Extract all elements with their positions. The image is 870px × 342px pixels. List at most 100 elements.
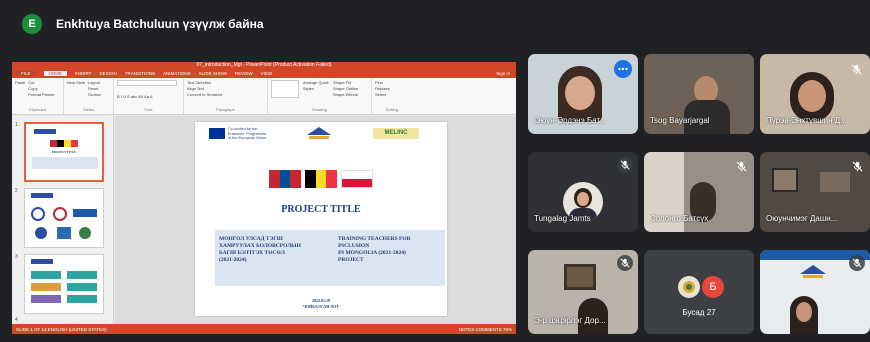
title-line: INCLUSION: [338, 243, 370, 249]
card: [31, 283, 61, 291]
card: [31, 271, 61, 279]
slide-date: 2022.01.18 ЧОЙБАЛСАН ХОТ: [195, 298, 447, 310]
ribbon-group-slides: New Slide Layout Reset Section Slides: [64, 78, 114, 114]
slide-thumbnail-3[interactable]: [24, 254, 104, 314]
participant-tile-7[interactable]: Э-р цэцэрлэг Дор...: [528, 250, 638, 334]
presenting-label: Enkhtuya Batchuluun үзүүлж байна: [56, 17, 264, 31]
shared-screen[interactable]: 07_introduction_Mgl - PowerPoint (Produc…: [12, 62, 516, 334]
menu-view[interactable]: VIEW: [261, 71, 273, 76]
menu-design[interactable]: DESIGN: [99, 71, 116, 76]
title-line: TRAINING TEACHERS FOR: [338, 236, 411, 242]
slide-title: PROJECT TITLE: [281, 204, 361, 215]
format-painter-button[interactable]: Format Painter: [28, 92, 54, 98]
muted-mic-icon: [617, 255, 633, 271]
title-line: МОНГОЛ УЛСАД ТЭГШ: [219, 236, 283, 242]
slide-thumbnail-1[interactable]: PROJECT TITLE: [24, 122, 104, 182]
belgium-flag: [305, 170, 338, 188]
title-line: IN MONGOLIA (2021-2024): [338, 250, 406, 256]
font-format-buttons[interactable]: B I U S abc AV Aa A: [117, 94, 180, 100]
shape-effects-button[interactable]: Shape Effects: [333, 92, 358, 98]
eu-logo: [31, 259, 53, 264]
ppt-ribbon: Paste Cut Copy Format Painter Clipboard …: [12, 78, 516, 115]
mongolia-flag: [269, 170, 302, 188]
university-logo: [305, 126, 333, 142]
slide-thumbnail-pane[interactable]: 1 PROJECT TITLE 2 3 4: [12, 116, 114, 324]
participant-tile-2[interactable]: Tsog Bayarjargal: [644, 54, 754, 134]
participant-name: Э-р цэцэрлэг Дор...: [534, 316, 606, 325]
menu-transitions[interactable]: TRANSITIONS: [125, 71, 155, 76]
eu-flag: [209, 128, 225, 139]
section-button[interactable]: Section: [88, 92, 101, 98]
menu-file[interactable]: FILE: [16, 71, 36, 76]
more-options-icon[interactable]: [614, 60, 632, 78]
poland-flag: [341, 170, 373, 188]
group-label: Clipboard: [28, 107, 47, 112]
participant-tile-9[interactable]: [760, 250, 870, 334]
participant-tile-6[interactable]: Оюунчимэг Дашн...: [760, 152, 870, 232]
face: [577, 192, 589, 206]
english-title: TRAINING TEACHERS FOR INCLUSION IN MONGO…: [338, 236, 443, 264]
status-left: SLIDE 1 OF 13 ENGLISH (UNITED STATES): [16, 326, 107, 332]
participant-tile-5[interactable]: Солонго Батсүх: [644, 152, 754, 232]
edulaw-logo: [73, 209, 97, 217]
location-line: ЧОЙБАЛСАН ХОТ: [303, 304, 339, 309]
muted-mic-icon: [851, 62, 862, 75]
eu-caption: Co-funded by the Erasmus+ Programme of t…: [228, 127, 266, 141]
group-label: Drawing: [312, 107, 327, 112]
project-box: МОНГОЛ УЛСАД ТЭГШ ХАМРУУЛАХ БОЛОВСРОЛЫН …: [215, 230, 445, 286]
muted-mic-icon: [617, 157, 633, 173]
participant-tile-1[interactable]: Оюун-Эрдэнэ Бат...: [528, 54, 638, 134]
convert-smartart-button[interactable]: Convert to SmartArt: [187, 92, 264, 98]
font-name-box[interactable]: [117, 80, 177, 86]
slide-thumbnail-2[interactable]: [24, 188, 104, 248]
card: [67, 283, 97, 291]
participant-tile-3[interactable]: Пүрэв-Энхтүвшин Д...: [760, 54, 870, 134]
participant-tile-4[interactable]: Tungalag Jamts: [528, 152, 638, 232]
menu-review[interactable]: REVIEW: [235, 71, 253, 76]
shapes-gallery[interactable]: [271, 80, 299, 98]
ppt-window-title: 07_introduction_Mgl - PowerPoint (Produc…: [12, 62, 516, 69]
thumb-title: PROJECT TITLE: [52, 150, 76, 154]
participant-name: Солонго Батсүх: [650, 214, 709, 223]
status-right: NOTES COMMENTS 76%: [458, 326, 512, 332]
menu-insert[interactable]: INSERT: [75, 71, 91, 76]
card: [67, 271, 97, 279]
sign-in-link[interactable]: Sign in: [496, 71, 510, 76]
video-face: [565, 76, 595, 110]
card: [67, 295, 97, 303]
mongolian-title: МОНГОЛ УЛСАД ТЭГШ ХАМРУУЛАХ БОЛОВСРОЛЫН …: [219, 236, 329, 264]
video-face: [796, 302, 812, 322]
thumb-number: 4: [15, 317, 18, 323]
group-label: Editing: [385, 107, 399, 112]
wall-picture: [772, 168, 798, 192]
menu-slide-show[interactable]: SLIDE SHOW: [199, 71, 227, 76]
menu-animations[interactable]: ANIMATIONS: [163, 71, 191, 76]
participant-name: Tungalag Jamts: [534, 214, 591, 223]
thumb-number: 1: [15, 122, 18, 128]
ppt-menu-bar: FILE HOME INSERT DESIGN TRANSITIONS ANIM…: [12, 69, 516, 78]
paste-button[interactable]: Paste: [15, 80, 25, 98]
wall-frame: [564, 264, 596, 290]
muted-mic-icon: [849, 255, 865, 271]
eu-logo: [34, 129, 56, 134]
menu-home[interactable]: HOME: [43, 71, 68, 76]
title-line: PROJECT: [338, 257, 364, 263]
group-label: Slides: [83, 107, 94, 112]
presenter-avatar: E: [22, 14, 42, 34]
select-button[interactable]: Select: [375, 92, 409, 98]
melinc-logo: MELINC: [373, 128, 419, 139]
group-label: Paragraph: [216, 107, 235, 112]
muted-mic-icon: [736, 159, 747, 172]
logo-circle: [35, 227, 47, 239]
current-slide[interactable]: Co-funded by the Erasmus+ Programme of t…: [195, 122, 447, 316]
others-tile[interactable]: Б Бусад 27: [644, 250, 754, 334]
arrange-button[interactable]: Arrange Quick Styles: [303, 80, 329, 98]
participant-name: Оюунчимэг Дашн...: [766, 214, 838, 223]
card: [31, 295, 61, 303]
new-slide-button[interactable]: New Slide: [67, 80, 85, 98]
logo-circle: [31, 207, 45, 221]
logo-circle: [79, 227, 91, 239]
title-line: ХАМРУУЛАХ БОЛОВСРОЛЫН: [219, 243, 301, 249]
participant-name: Оюун-Эрдэнэ Бат...: [534, 116, 606, 125]
others-count-label: Бусад 27: [682, 308, 716, 317]
